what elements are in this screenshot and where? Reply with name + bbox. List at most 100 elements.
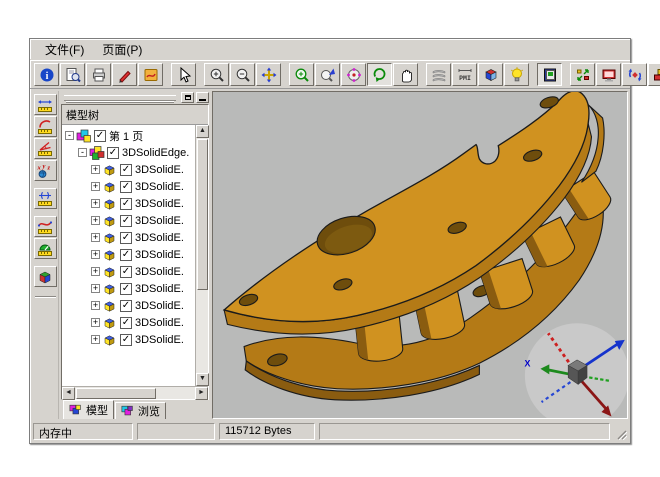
select-button[interactable]: [171, 63, 196, 86]
main-area: xyz 模型树 -✓第 1 页-✓3DSolidEdge.+✓3DSolidE.…: [30, 89, 630, 420]
visibility-checkbox[interactable]: ✓: [120, 249, 132, 261]
measure-volume-button[interactable]: [34, 266, 57, 287]
pmi-icon: PMI: [457, 67, 473, 83]
visibility-checkbox[interactable]: ✓: [120, 181, 132, 193]
zoom-in-icon: [209, 67, 225, 83]
scroll-left-button[interactable]: ◄: [62, 387, 75, 400]
menu-file[interactable]: 文件(F): [36, 39, 93, 60]
tab-browse[interactable]: 浏览: [115, 402, 166, 419]
expand-icon[interactable]: +: [91, 267, 100, 276]
orientation-triad[interactable]: Z Y X: [525, 323, 627, 418]
tab-model[interactable]: 模型: [63, 400, 114, 419]
stamp-button[interactable]: [138, 63, 163, 86]
panel-float-button[interactable]: [181, 92, 194, 103]
zoom-out-button[interactable]: [230, 63, 255, 86]
lighting-button[interactable]: [504, 63, 529, 86]
render-mode-button[interactable]: [478, 63, 503, 86]
rotate-view-button[interactable]: [341, 63, 366, 86]
expand-icon[interactable]: +: [91, 318, 100, 327]
visibility-checkbox[interactable]: ✓: [120, 232, 132, 244]
update-view-button[interactable]: [622, 63, 647, 86]
tree-frame: 模型树 -✓第 1 页-✓3DSolidEdge.+✓3DSolidE.+✓3D…: [61, 104, 209, 400]
visibility-checkbox[interactable]: ✓: [120, 266, 132, 278]
scroll-down-button[interactable]: ▼: [196, 373, 209, 386]
panel-hide-button[interactable]: [196, 92, 209, 103]
collapse-icon[interactable]: -: [78, 148, 87, 157]
visibility-checkbox[interactable]: ✓: [120, 283, 132, 295]
3d-viewport[interactable]: Z Y X: [212, 91, 628, 419]
zoom-in-button[interactable]: [204, 63, 229, 86]
measure-curve-button[interactable]: [34, 216, 57, 237]
pmi-button[interactable]: PMI: [452, 63, 477, 86]
explode-arrows-icon: [575, 67, 591, 83]
measure-gauge-button[interactable]: [34, 238, 57, 259]
print-preview-button[interactable]: [60, 63, 85, 86]
expand-icon[interactable]: +: [91, 216, 100, 225]
scroll-right-button[interactable]: ►: [195, 387, 208, 400]
tree-row[interactable]: +✓3DSolidE.: [62, 263, 195, 280]
menu-page[interactable]: 页面(P): [93, 39, 151, 60]
measure-gap-button[interactable]: [34, 188, 57, 209]
visibility-checkbox[interactable]: ✓: [120, 198, 132, 210]
expand-icon[interactable]: +: [91, 335, 100, 344]
visibility-checkbox[interactable]: ✓: [120, 164, 132, 176]
expand-icon[interactable]: +: [91, 199, 100, 208]
tree-row[interactable]: +✓3DSolidE.: [62, 331, 195, 348]
expand-icon[interactable]: +: [91, 250, 100, 259]
explode-button[interactable]: [570, 63, 595, 86]
tree-vertical-scrollbar[interactable]: ▲ ▼: [195, 125, 208, 386]
tree-row[interactable]: +✓3DSolidE.: [62, 246, 195, 263]
zoom-window-button[interactable]: [289, 63, 314, 86]
resize-grip-icon[interactable]: [614, 427, 627, 440]
spin-view-button[interactable]: [367, 63, 392, 86]
measure-gap-icon: [37, 191, 53, 207]
svg-text:PMI: PMI: [459, 75, 471, 82]
visibility-checkbox[interactable]: ✓: [120, 334, 132, 346]
notebook-button[interactable]: [537, 63, 562, 86]
markup-button[interactable]: [112, 63, 137, 86]
expand-icon[interactable]: +: [91, 233, 100, 242]
hidden-lines-button[interactable]: [426, 63, 451, 86]
update-circle-icon: [627, 67, 643, 83]
measure-angle-button[interactable]: [34, 138, 57, 159]
scroll-thumb[interactable]: [197, 139, 208, 290]
tree-row[interactable]: +✓3DSolidE.: [62, 178, 195, 195]
panel-drag-grip[interactable]: [64, 95, 176, 101]
expand-icon[interactable]: +: [91, 165, 100, 174]
print-button[interactable]: [86, 63, 111, 86]
visibility-checkbox[interactable]: ✓: [120, 317, 132, 329]
tree-row[interactable]: + ✓3DSolidE.: [62, 161, 195, 178]
pan-button[interactable]: [256, 63, 281, 86]
model-tab-icon: [69, 403, 83, 417]
tree-row[interactable]: +✓3DSolidE.: [62, 212, 195, 229]
expand-icon[interactable]: +: [91, 284, 100, 293]
measure-distance-button[interactable]: [34, 94, 57, 115]
tree-row[interactable]: +✓3DSolidE.: [62, 229, 195, 246]
scroll-thumb[interactable]: [76, 388, 156, 399]
zoom-dynamic-button[interactable]: [315, 63, 340, 86]
info-button[interactable]: i: [34, 63, 59, 86]
visibility-checkbox[interactable]: ✓: [94, 130, 106, 142]
measure-coordinate-button[interactable]: xyz: [34, 160, 57, 181]
pan-hand-button[interactable]: [393, 63, 418, 86]
visibility-checkbox[interactable]: ✓: [120, 300, 132, 312]
collapse-icon[interactable]: -: [65, 131, 74, 140]
screen-button[interactable]: [596, 63, 621, 86]
tree-horizontal-scrollbar[interactable]: ◄ ►: [62, 386, 208, 399]
measure-arc-button[interactable]: [34, 116, 57, 137]
scroll-track[interactable]: [196, 291, 208, 373]
parts-button[interactable]: [648, 63, 660, 86]
tree-row[interactable]: -✓3DSolidEdge.: [62, 144, 195, 161]
tree-row[interactable]: -✓第 1 页: [62, 127, 195, 144]
visibility-checkbox[interactable]: ✓: [107, 147, 119, 159]
visibility-checkbox[interactable]: ✓: [120, 215, 132, 227]
expand-icon[interactable]: +: [91, 182, 100, 191]
tree-row[interactable]: +✓3DSolidE.: [62, 297, 195, 314]
scroll-up-button[interactable]: ▲: [196, 125, 209, 138]
expand-icon[interactable]: +: [91, 301, 100, 310]
scroll-track[interactable]: [157, 387, 195, 399]
tree-item-label: 3DSolidE.: [135, 164, 184, 176]
tree-row[interactable]: +✓3DSolidE.: [62, 314, 195, 331]
tree-row[interactable]: +✓3DSolidE.: [62, 280, 195, 297]
tree-row[interactable]: +✓3DSolidE.: [62, 195, 195, 212]
